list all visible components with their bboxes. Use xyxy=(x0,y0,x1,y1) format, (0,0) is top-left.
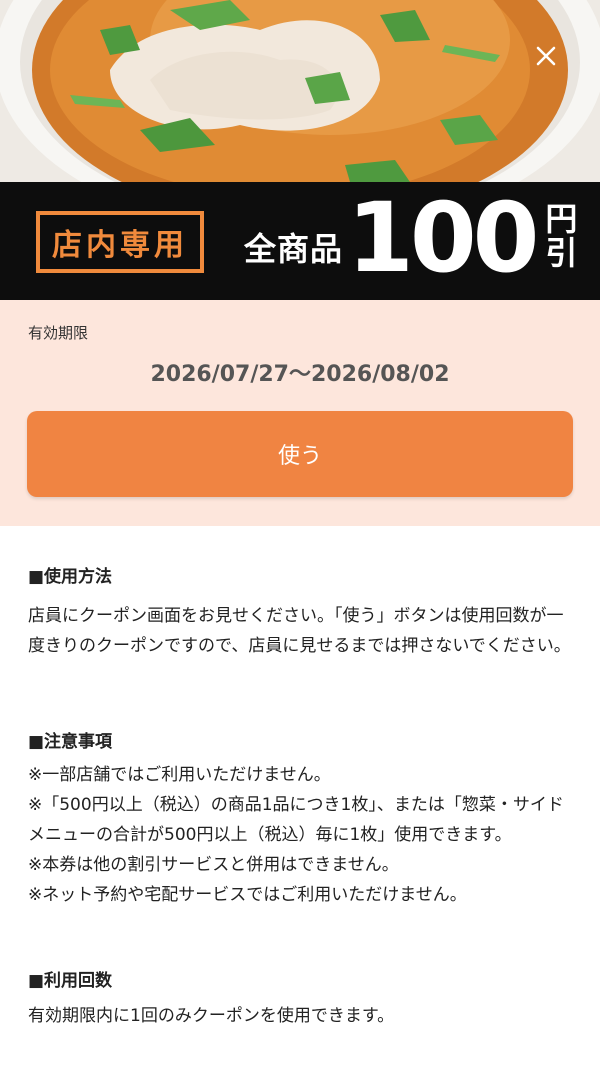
close-icon xyxy=(536,46,556,66)
use-button[interactable]: 使う xyxy=(27,411,573,497)
count-body: 有効期限内に1回のみクーポンを使用できます。 xyxy=(28,1006,395,1026)
usage-title: ■使用方法 xyxy=(28,567,113,587)
terms-content: ■使用方法 店員にクーポン画面をお見せください。「使う」ボタンは使用回数が一度き… xyxy=(0,526,600,1031)
close-button[interactable] xyxy=(536,46,564,74)
validity-label: 有効期限 xyxy=(28,324,89,342)
validity-panel: 有効期限 2026/07/27〜2026/08/02 使う xyxy=(0,300,600,526)
offer-prefix: 全商品 xyxy=(244,230,344,268)
offer-unit-bottom: 引 xyxy=(545,234,578,272)
notes-title: ■注意事項 xyxy=(28,732,113,752)
hero-image xyxy=(0,0,600,182)
usage-body: 店員にクーポン画面をお見せください。「使う」ボタンは使用回数が一度きりのクーポン… xyxy=(28,606,571,656)
offer-unit: 円 引 xyxy=(545,202,577,270)
note-item: ※ネット予約や宅配サービスではご利用いただけません。 xyxy=(28,885,467,905)
offer-unit-top: 円 xyxy=(545,200,578,238)
validity-range: 2026/07/27〜2026/08/02 xyxy=(150,362,450,387)
katsudon-bowl-image xyxy=(0,0,600,182)
note-item: ※一部店舗ではご利用いただけません。 xyxy=(28,765,331,785)
offer-banner: 店内専用 全商品 100 円 引 xyxy=(0,182,600,300)
count-title: ■利用回数 xyxy=(28,971,113,991)
offer-text: 全商品 100 円 引 xyxy=(244,190,577,290)
in-store-only-badge: 店内専用 xyxy=(36,211,204,273)
offer-amount: 100 xyxy=(347,182,539,294)
note-item: ※「500円以上（税込）の商品1品につき1枚」、または「惣菜・サイドメニューの合… xyxy=(28,795,564,845)
note-item: ※本券は他の割引サービスと併用はできません。 xyxy=(28,855,399,875)
